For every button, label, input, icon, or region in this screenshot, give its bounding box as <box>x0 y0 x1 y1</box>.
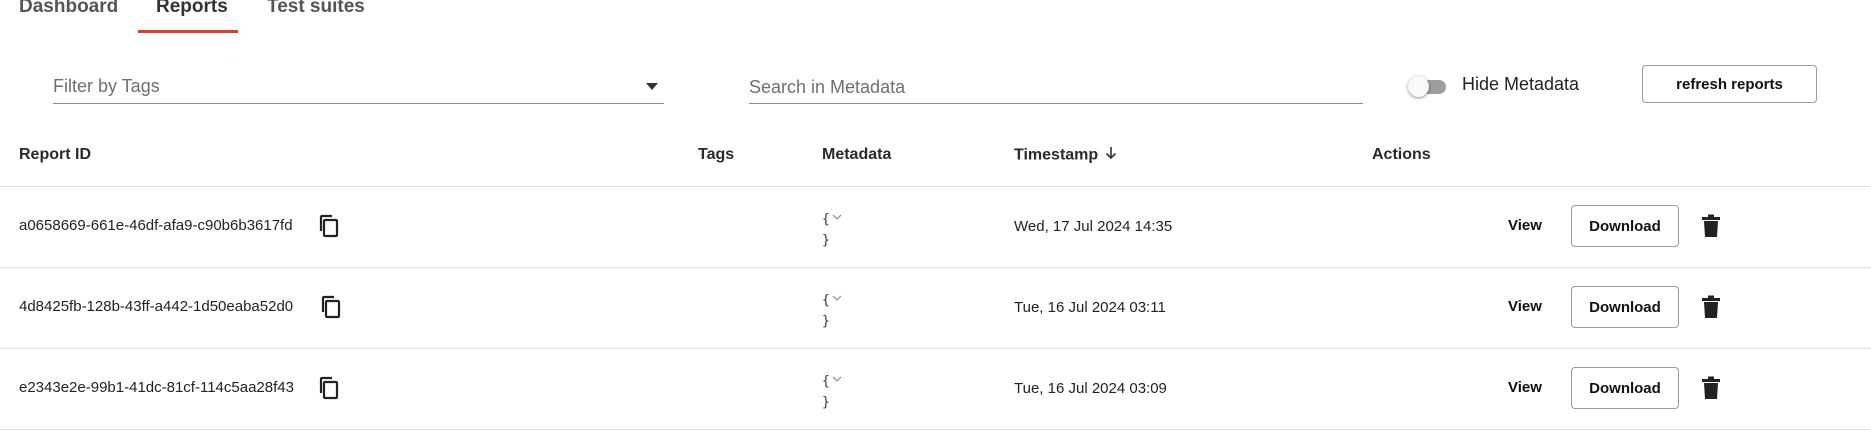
caret-down-icon <box>646 83 658 90</box>
report-timestamp: Wed, 17 Jul 2024 14:35 <box>1014 218 1173 235</box>
metadata-open-line: { <box>822 369 842 392</box>
column-header-timestamp[interactable]: Timestamp <box>1014 146 1118 165</box>
chevron-down-icon[interactable] <box>832 369 842 390</box>
trash-icon[interactable] <box>1700 295 1722 319</box>
hide-metadata-label: Hide Metadata <box>1462 74 1580 94</box>
copy-icon[interactable] <box>320 295 342 319</box>
column-header-report-id: Report ID <box>19 146 91 163</box>
metadata-json-viewer[interactable]: { } <box>822 207 842 251</box>
table-row: e2343e2e-99b1-41dc-81cf-114c5aa28f43 { }… <box>0 349 1871 430</box>
download-button[interactable]: Download <box>1571 205 1679 247</box>
metadata-close-brace: } <box>822 395 830 410</box>
metadata-open-brace: { <box>822 293 830 308</box>
download-button[interactable]: Download <box>1571 286 1679 328</box>
column-header-tags: Tags <box>698 146 735 163</box>
hide-metadata-toggle[interactable] <box>1408 75 1448 97</box>
refresh-reports-button[interactable]: refresh reports <box>1642 65 1817 103</box>
report-timestamp: Tue, 16 Jul 2024 03:09 <box>1014 380 1167 397</box>
tab-test-suites[interactable]: Test suites <box>267 0 365 18</box>
copy-icon[interactable] <box>318 214 340 238</box>
report-id: a0658669-661e-46df-afa9-c90b6b3617fd <box>19 217 293 234</box>
report-timestamp: Tue, 16 Jul 2024 03:11 <box>1014 299 1166 316</box>
metadata-open-line: { <box>822 207 842 230</box>
metadata-open-line: { <box>822 288 842 311</box>
timestamp-header-label: Timestamp <box>1014 146 1099 164</box>
report-id: e2343e2e-99b1-41dc-81cf-114c5aa28f43 <box>19 379 294 396</box>
metadata-json-viewer[interactable]: { } <box>822 369 842 413</box>
view-button[interactable]: View <box>1508 298 1542 315</box>
tab-reports[interactable]: Reports <box>156 0 228 18</box>
copy-icon[interactable] <box>318 376 340 400</box>
metadata-json-viewer[interactable]: { } <box>822 288 842 332</box>
table-row: 4d8425fb-128b-43ff-a442-1d50eaba52d0 { }… <box>0 268 1871 349</box>
metadata-close-brace: } <box>822 314 830 329</box>
chevron-down-icon[interactable] <box>832 207 842 228</box>
report-id: 4d8425fb-128b-43ff-a442-1d50eaba52d0 <box>19 298 294 315</box>
chevron-down-icon[interactable] <box>832 288 842 309</box>
table-row: a0658669-661e-46df-afa9-c90b6b3617fd { }… <box>0 187 1871 268</box>
toggle-knob <box>1408 76 1429 97</box>
table-header: Report ID Tags Metadata Timestamp Action… <box>0 130 1871 187</box>
metadata-open-brace: { <box>822 374 830 389</box>
arrow-down-icon <box>1104 146 1118 165</box>
trash-icon[interactable] <box>1700 376 1722 400</box>
tag-filter-placeholder: Filter by Tags <box>53 76 160 96</box>
column-header-actions: Actions <box>1372 146 1431 163</box>
metadata-search-input[interactable] <box>749 73 1363 101</box>
nav-tabs: Dashboard Reports Test suites <box>0 0 1871 34</box>
download-button[interactable]: Download <box>1571 367 1679 409</box>
view-button[interactable]: View <box>1508 217 1542 234</box>
reports-table: Report ID Tags Metadata Timestamp Action… <box>0 130 1871 430</box>
filter-bar: Filter by Tags Hide Metadata refresh rep… <box>0 60 1871 110</box>
view-button[interactable]: View <box>1508 379 1542 396</box>
metadata-search-field <box>749 73 1363 104</box>
column-header-metadata: Metadata <box>822 146 892 163</box>
trash-icon[interactable] <box>1700 214 1722 238</box>
tag-filter-select[interactable]: Filter by Tags <box>53 73 664 104</box>
metadata-open-brace: { <box>822 212 830 227</box>
active-tab-indicator <box>138 30 238 33</box>
metadata-close-brace: } <box>822 233 830 248</box>
tab-dashboard[interactable]: Dashboard <box>19 0 118 18</box>
